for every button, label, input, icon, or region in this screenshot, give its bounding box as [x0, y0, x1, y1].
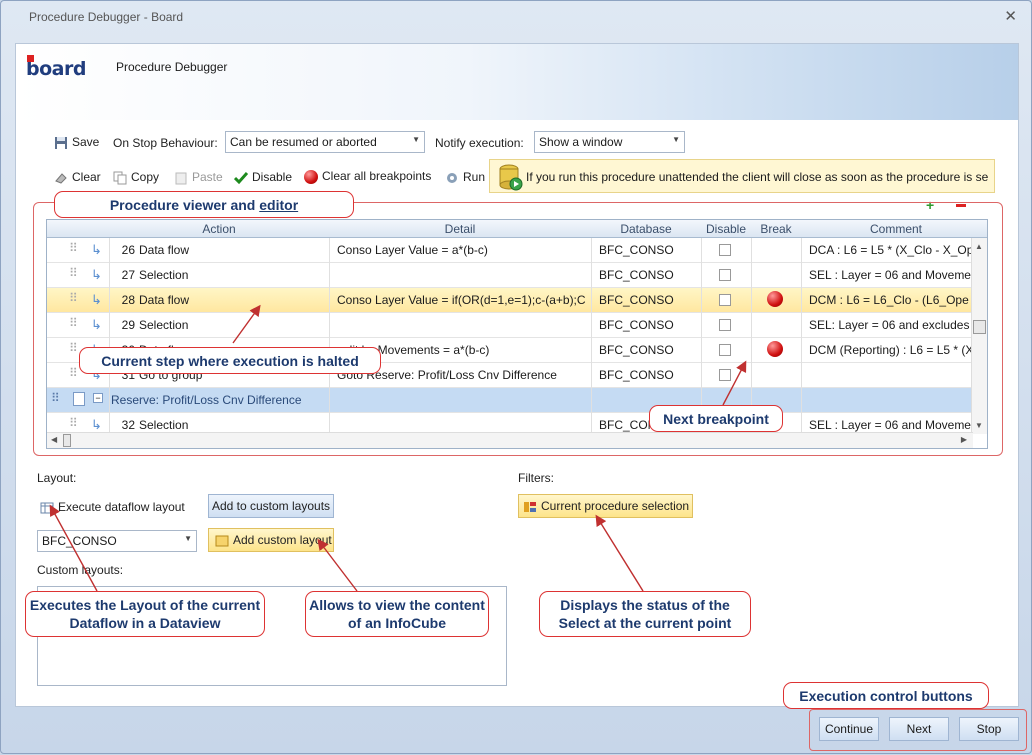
callout-select-status: Displays the status of the Select at the…	[539, 591, 751, 637]
callout-next-breakpoint: Next breakpoint	[649, 405, 783, 432]
callout-view-infocube: Allows to view the content of an InfoCub…	[305, 591, 489, 637]
callout-current-step: Current step where execution is halted	[79, 347, 381, 374]
callout-executes-layout: Executes the Layout of the current Dataf…	[25, 591, 265, 637]
callout-procedure-viewer: Procedure viewer and editor	[54, 191, 354, 218]
app-window: Procedure Debugger - Board ✕ board Proce…	[0, 0, 1032, 754]
annotation-arrows	[49, 304, 747, 592]
callout-execution-controls: Execution control buttons	[783, 682, 989, 709]
